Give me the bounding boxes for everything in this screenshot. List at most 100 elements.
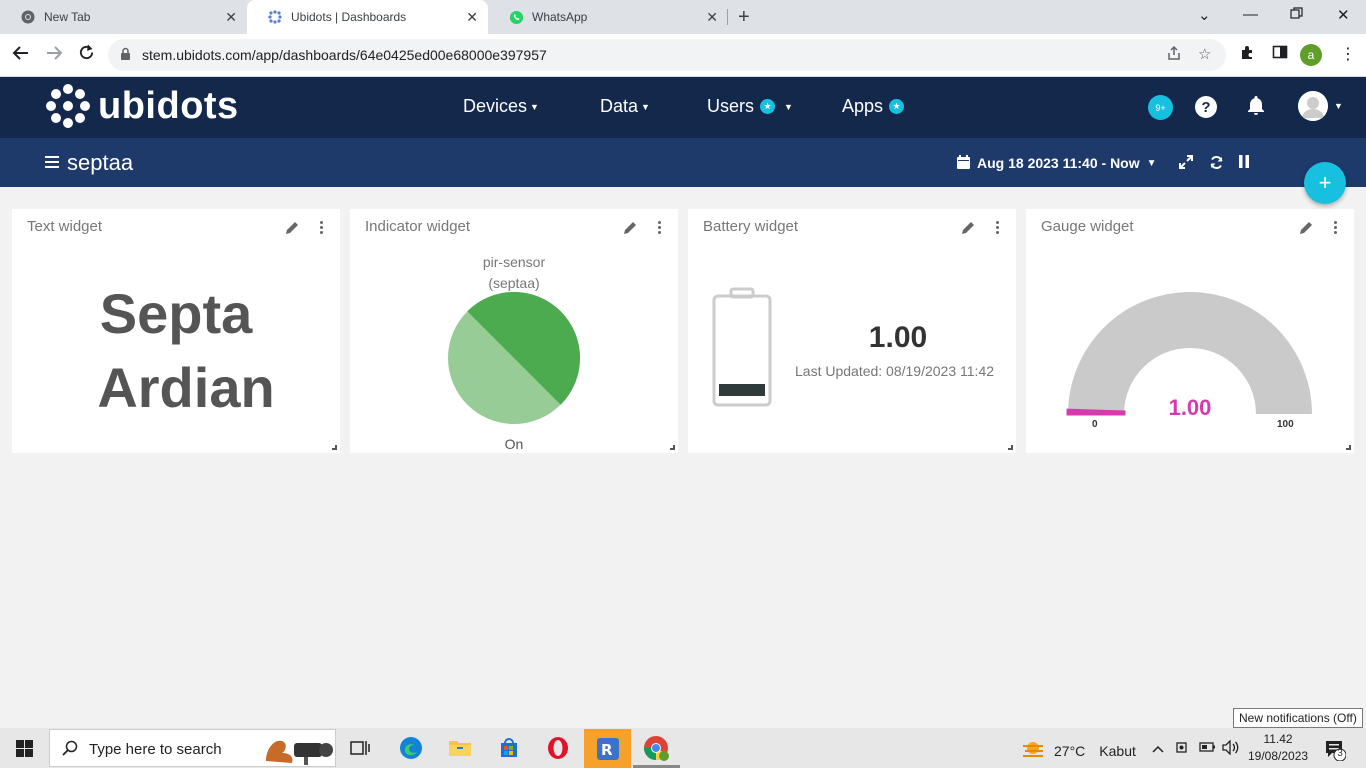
- share-icon[interactable]: [1166, 45, 1182, 65]
- profile-avatar[interactable]: a: [1300, 44, 1322, 66]
- gauge-max-label: 100: [1277, 419, 1294, 430]
- address-bar[interactable]: stem.ubidots.com/app/dashboards/64e0425e…: [108, 39, 1226, 71]
- widget-title: Battery widget: [703, 218, 799, 235]
- battery-last-updated: Last Updated: 08/19/2023 11:42: [795, 363, 995, 379]
- indicator-state-circle: [448, 292, 580, 424]
- pencil-icon[interactable]: [622, 220, 638, 241]
- ubidots-logo[interactable]: ubidots: [46, 84, 239, 128]
- reload-icon[interactable]: [78, 44, 95, 66]
- dashboard-bar: [0, 138, 1366, 187]
- indicator-widget[interactable]: Indicator widget pir-sensor (septaa) On: [350, 209, 678, 453]
- volume-icon[interactable]: [1222, 739, 1239, 758]
- windows-start-icon[interactable]: [16, 740, 33, 757]
- calendar-icon[interactable]: [957, 155, 970, 174]
- notification-count-badge[interactable]: 9+: [1148, 95, 1173, 120]
- menu-apps[interactable]: Apps ★: [842, 96, 905, 117]
- restore-button[interactable]: [1290, 7, 1303, 24]
- date-range-label: Aug 18 2023 11:40 - Now: [977, 155, 1140, 171]
- gauge-widget[interactable]: Gauge widget 1.00 0 100: [1026, 209, 1354, 453]
- more-options-icon[interactable]: [320, 221, 324, 236]
- refresh-icon[interactable]: [1209, 155, 1224, 175]
- url-text[interactable]: stem.ubidots.com/app/dashboards/64e0425e…: [142, 47, 547, 63]
- chrome-icon[interactable]: [642, 734, 670, 762]
- widget-title: Text widget: [27, 218, 103, 235]
- extensions-icon[interactable]: [1240, 44, 1256, 65]
- pause-icon[interactable]: [1239, 155, 1249, 173]
- user-avatar[interactable]: [1298, 91, 1328, 121]
- opera-icon[interactable]: [544, 734, 572, 762]
- menu-devices[interactable]: Devices ▼: [463, 96, 539, 117]
- meet-now-icon[interactable]: [1175, 740, 1190, 758]
- widget-title: Indicator widget: [365, 218, 471, 235]
- close-icon[interactable]: ✕: [225, 9, 237, 26]
- weather-widget[interactable]: 27°C Kabut: [1022, 739, 1136, 762]
- notification-center-icon[interactable]: 3: [1324, 739, 1347, 766]
- bookmark-star-icon[interactable]: ☆: [1198, 45, 1211, 63]
- tab-title: Ubidots | Dashboards: [291, 10, 407, 24]
- date-range-picker[interactable]: Aug 18 2023 11:40 - Now ▼: [977, 155, 1157, 171]
- more-options-icon[interactable]: [1334, 221, 1338, 236]
- search-placeholder: Type here to search: [89, 741, 222, 758]
- search-icon: [62, 740, 78, 761]
- tab-new-tab[interactable]: New Tab ✕: [0, 0, 247, 34]
- help-icon[interactable]: ?: [1195, 96, 1217, 118]
- tab-whatsapp[interactable]: WhatsApp ✕: [488, 0, 728, 34]
- text-widget-line1: Septa: [99, 282, 253, 345]
- tab-search-chevron-icon[interactable]: ⌄: [1198, 6, 1211, 24]
- resize-handle[interactable]: [670, 445, 675, 450]
- fullscreen-icon[interactable]: [1179, 155, 1193, 174]
- browser-tab-strip: New Tab ✕ Ubidots | Dashboards ✕ WhatsAp…: [0, 0, 1366, 34]
- browser-menu-icon[interactable]: ⋮: [1340, 44, 1356, 64]
- indicator-variable-name: pir-sensor: [482, 254, 546, 270]
- side-panel-icon[interactable]: [1272, 44, 1288, 65]
- tab-ubidots[interactable]: Ubidots | Dashboards ✕: [247, 0, 488, 34]
- task-view-icon[interactable]: [346, 734, 374, 762]
- taskbar-search[interactable]: Type here to search: [49, 729, 336, 767]
- file-explorer-icon[interactable]: [446, 734, 474, 762]
- ubidots-logo-icon: [46, 84, 90, 128]
- forward-icon[interactable]: [45, 44, 63, 67]
- dashboard-title[interactable]: septaa: [67, 150, 133, 176]
- show-hidden-icons-chevron-icon[interactable]: [1152, 740, 1164, 756]
- close-icon[interactable]: ✕: [466, 9, 478, 26]
- microsoft-store-icon[interactable]: [495, 734, 523, 762]
- tab-title: WhatsApp: [532, 10, 588, 24]
- ubidots-favicon-icon: [267, 9, 283, 25]
- logo-text: ubidots: [98, 84, 239, 127]
- pencil-icon[interactable]: [284, 220, 300, 241]
- bell-icon[interactable]: [1245, 94, 1267, 121]
- svg-text:R: R: [601, 741, 613, 759]
- battery-widget[interactable]: Battery widget 1.00 Last Updated: 08/19/…: [688, 209, 1016, 453]
- edge-icon[interactable]: [397, 734, 425, 762]
- window-close-button[interactable]: ✕: [1337, 6, 1350, 24]
- taskbar-clock[interactable]: 11.42 19/08/2023: [1248, 731, 1308, 765]
- menu-label: Users: [707, 96, 755, 116]
- pencil-icon[interactable]: [960, 220, 976, 241]
- menu-label: Data: [600, 96, 639, 116]
- rapidtyping-icon[interactable]: R: [584, 729, 631, 768]
- tab-title: New Tab: [44, 10, 91, 24]
- weather-fog-icon: [1022, 739, 1044, 762]
- lock-icon[interactable]: [120, 47, 131, 66]
- back-icon[interactable]: [12, 44, 30, 67]
- resize-handle[interactable]: [332, 445, 337, 450]
- text-widget[interactable]: Text widget Septa Ardian: [12, 209, 340, 453]
- new-tab-button[interactable]: +: [738, 6, 750, 29]
- star-badge-icon: ★: [760, 99, 776, 114]
- resize-handle[interactable]: [1346, 445, 1351, 450]
- minimize-button[interactable]: —: [1243, 6, 1258, 23]
- close-icon[interactable]: ✕: [706, 9, 718, 26]
- resize-handle[interactable]: [1008, 445, 1013, 450]
- menu-hamburger-icon[interactable]: [45, 156, 59, 171]
- menu-users[interactable]: Users ★ ▼: [707, 96, 793, 117]
- gauge-value: 1.00: [1168, 395, 1212, 420]
- caret-down-icon[interactable]: ▼: [1334, 101, 1343, 111]
- menu-data[interactable]: Data ▼: [600, 96, 650, 117]
- add-widget-button[interactable]: +: [1304, 162, 1346, 204]
- indicator-state-label: On: [504, 436, 524, 452]
- more-options-icon[interactable]: [658, 221, 662, 236]
- caret-down-icon: ▼: [641, 101, 650, 112]
- more-options-icon[interactable]: [996, 221, 1000, 236]
- battery-tray-icon[interactable]: [1199, 740, 1216, 756]
- pencil-icon[interactable]: [1298, 220, 1314, 241]
